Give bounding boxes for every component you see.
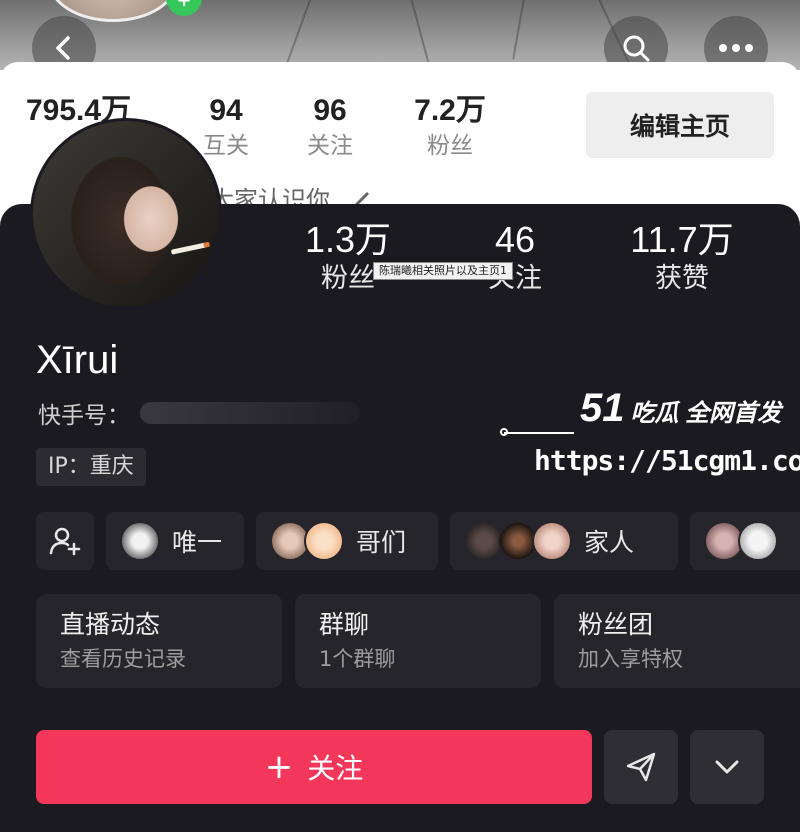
search-icon bbox=[623, 35, 650, 62]
stat-number: 96 bbox=[313, 94, 347, 127]
stat-number: 7.2万 bbox=[414, 94, 486, 127]
group-chip-label: 哥们 bbox=[356, 528, 407, 557]
expand-button[interactable] bbox=[690, 730, 764, 804]
plus-icon[interactable]: + bbox=[166, 0, 202, 16]
card-title: 粉丝团 bbox=[578, 610, 654, 639]
card-subtitle: 1个群聊 bbox=[319, 647, 396, 671]
avatar bbox=[304, 521, 344, 561]
follow-label: 关注 bbox=[307, 752, 364, 785]
more-dots-icon bbox=[719, 44, 753, 52]
stat-number: 46 bbox=[494, 219, 536, 260]
follow-button[interactable]: + 关注 bbox=[36, 730, 592, 804]
stat-label: 获赞 bbox=[655, 263, 709, 294]
stat-label: 粉丝 bbox=[427, 133, 473, 159]
redacted-id bbox=[140, 402, 360, 424]
watermark-line bbox=[504, 432, 574, 434]
card-subtitle: 查看历史记录 bbox=[60, 647, 186, 671]
live-history-card[interactable]: 直播动态 查看历史记录 bbox=[36, 594, 282, 688]
chevron-down-icon bbox=[715, 760, 739, 774]
group-chip-label: 唯一 bbox=[172, 528, 223, 557]
stat-number: 94 bbox=[209, 94, 243, 127]
profile-avatar[interactable] bbox=[30, 118, 222, 310]
watermark-logo-number: 51 bbox=[580, 386, 625, 430]
card-subtitle: 加入享特权 bbox=[578, 647, 683, 671]
kuaishou-id-row: 快手号： bbox=[38, 396, 360, 430]
group-chip-weiyi[interactable]: 唯一 bbox=[106, 512, 244, 570]
stat-label: 互关 bbox=[203, 133, 249, 159]
cover-image: + bbox=[0, 0, 800, 70]
profile-name: Xīrui bbox=[36, 338, 119, 382]
add-friend-button[interactable] bbox=[36, 512, 94, 570]
watermark-logo: 51 吃瓜 全网首发 bbox=[580, 386, 781, 431]
stat-number: 11.7万 bbox=[630, 219, 734, 260]
image-caption-tooltip: 陈瑞曦相关照片以及主页1 bbox=[373, 262, 513, 280]
likes-stat[interactable]: 11.7万 获赞 bbox=[622, 218, 742, 296]
fans-stat[interactable]: 1.3万 粉丝 bbox=[300, 218, 396, 296]
own-mutual-stat[interactable]: 94 互关 bbox=[196, 92, 256, 162]
group-chat-card[interactable]: 群聊 1个群聊 bbox=[295, 594, 541, 688]
card-title: 群聊 bbox=[319, 610, 370, 639]
plus-icon: + bbox=[264, 747, 294, 787]
group-chip-label: 家人 bbox=[584, 528, 635, 557]
avatar bbox=[738, 521, 778, 561]
ip-location-badge: IP：重庆 bbox=[36, 448, 146, 486]
fan-club-card[interactable]: 粉丝团 加入享特权 bbox=[554, 594, 800, 688]
avatar bbox=[120, 521, 160, 561]
following-stat[interactable]: 46 关注 bbox=[478, 218, 552, 296]
avatar bbox=[532, 521, 572, 561]
stat-label: 关注 bbox=[307, 133, 353, 159]
watermark-logo-text: 吃瓜 全网首发 bbox=[630, 400, 782, 427]
card-title: 直播动态 bbox=[60, 610, 161, 639]
group-chip-more[interactable] bbox=[690, 512, 800, 570]
send-message-button[interactable] bbox=[604, 730, 678, 804]
add-user-icon bbox=[49, 527, 81, 556]
group-chip-gemen[interactable]: 哥们 bbox=[256, 512, 438, 570]
own-following-stat[interactable]: 96 关注 bbox=[300, 92, 360, 162]
stat-number: 1.3万 bbox=[304, 219, 392, 260]
group-chip-jiaren[interactable]: 家人 bbox=[450, 512, 678, 570]
watermark-url: https://51cgm1.com bbox=[534, 444, 800, 477]
chevron-left-icon bbox=[56, 36, 70, 60]
send-icon bbox=[626, 752, 656, 782]
own-fans-stat[interactable]: 7.2万 粉丝 bbox=[408, 92, 492, 162]
edit-profile-button[interactable]: 编辑主页 bbox=[586, 92, 774, 158]
kuaishou-id-label: 快手号： bbox=[38, 403, 130, 429]
